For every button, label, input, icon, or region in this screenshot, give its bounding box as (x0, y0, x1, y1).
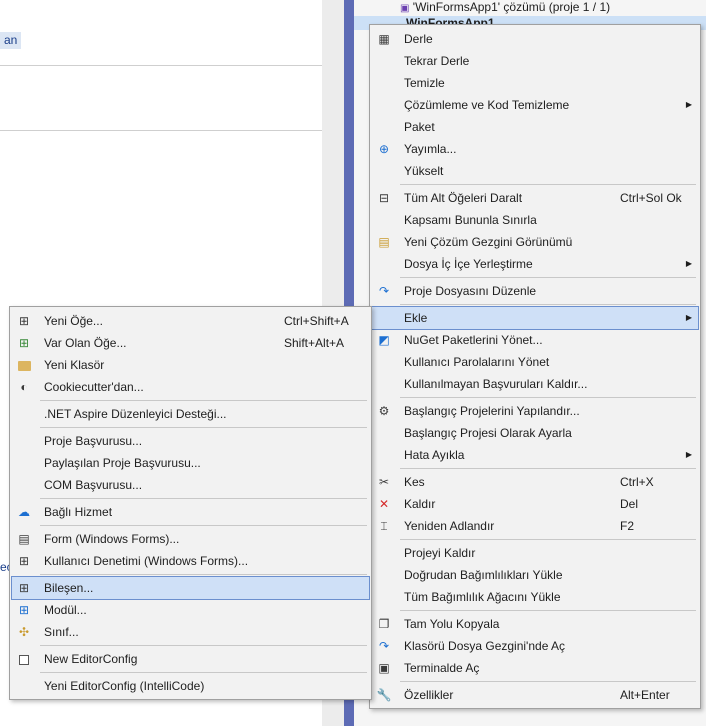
menu-separator (40, 400, 367, 401)
nuget-icon: ◩ (378, 333, 390, 347)
submenu-item-class[interactable]: ✣ Sınıf... (12, 621, 369, 643)
submenu-item-new-editorconfig[interactable]: New EditorConfig (12, 648, 369, 670)
submenu-item-component[interactable]: ⊞ Bileşen... (11, 576, 370, 600)
copy-icon: ❐ (378, 617, 390, 631)
editor-divider (0, 130, 322, 131)
chevron-right-icon: ▶ (685, 313, 692, 322)
menu-separator (400, 304, 696, 305)
chevron-right-icon: ▶ (685, 100, 692, 109)
menu-separator (400, 468, 696, 469)
menu-item-remove-unused-refs[interactable]: Kullanılmayan Başvuruları Kaldır... (372, 373, 698, 395)
menu-item-pack[interactable]: Paket (372, 116, 698, 138)
edit-project-icon: ↷ (378, 284, 390, 298)
globe-icon: ⊕ (378, 142, 390, 156)
cookiecutter-icon: ◐ (20, 380, 28, 394)
submenu-item-module[interactable]: ⊞ Modül... (12, 599, 369, 621)
menu-item-edit-project-file[interactable]: ↷ Proje Dosyasını Düzenle (372, 280, 698, 302)
menu-item-analyze[interactable]: Çözümleme ve Kod Temizleme ▶ (372, 94, 698, 116)
solution-icon: ▣ (400, 3, 410, 14)
submenu-item-shared-project-reference[interactable]: Paylaşılan Proje Başvurusu... (12, 452, 369, 474)
menu-separator (400, 539, 696, 540)
scissors-icon: ✂ (378, 475, 390, 489)
wrench-icon: 🔧 (376, 688, 392, 702)
menu-separator (40, 525, 367, 526)
menu-item-rebuild[interactable]: Tekrar Derle (372, 50, 698, 72)
new-view-icon: ▤ (378, 235, 390, 249)
menu-item-unload-project[interactable]: Projeyi Kaldır (372, 542, 698, 564)
solution-node[interactable]: ▣ 'WinFormsApp1' çözümü (proje 1 / 1) (400, 0, 610, 16)
menu-item-open-in-explorer[interactable]: ↷ Klasörü Dosya Gezgini'nde Aç (372, 635, 698, 657)
folder-icon (16, 357, 32, 373)
menu-item-remove[interactable]: ✕ Kaldır Del (372, 493, 698, 515)
submenu-item-connected-service[interactable]: ☁ Bağlı Hizmet (12, 501, 369, 523)
menu-separator (400, 610, 696, 611)
menu-item-file-nesting[interactable]: Dosya İç İçe Yerleştirme ▶ (372, 253, 698, 275)
editor-divider (0, 65, 322, 66)
menu-item-add[interactable]: Ekle ▶ (371, 306, 699, 330)
menu-item-rename[interactable]: ⌶ Yeniden Adlandır F2 (372, 515, 698, 537)
menu-item-set-startup[interactable]: Başlangıç Projesi Olarak Ayarla (372, 422, 698, 444)
menu-item-load-dep-tree[interactable]: Tüm Bağımlılık Ağacını Yükle (372, 586, 698, 608)
menu-item-cut[interactable]: ✂ Kes Ctrl+X (372, 471, 698, 493)
project-context-menu: ▦ Derle Tekrar Derle Temizle Çözümleme v… (369, 24, 701, 709)
chevron-right-icon: ▶ (685, 259, 692, 268)
menu-separator (400, 681, 696, 682)
menu-item-clean[interactable]: Temizle (372, 72, 698, 94)
file-icon (16, 651, 32, 667)
menu-separator (40, 574, 367, 575)
menu-item-load-direct-deps[interactable]: Doğrudan Bağımlılıkları Yükle (372, 564, 698, 586)
submenu-item-existing-item[interactable]: ⊞ Var Olan Öğe... Shift+Alt+A (12, 332, 369, 354)
menu-separator (40, 672, 367, 673)
add-submenu: ⊞ Yeni Öğe... Ctrl+Shift+A ⊞ Var Olan Öğ… (9, 306, 372, 700)
submenu-item-com-reference[interactable]: COM Başvurusu... (12, 474, 369, 496)
submenu-item-form[interactable]: ▤ Form (Windows Forms)... (12, 528, 369, 550)
menu-item-properties[interactable]: 🔧 Özellikler Alt+Enter (372, 684, 698, 706)
menu-item-configure-startup[interactable]: ⚙ Başlangıç Projelerini Yapılandır... (372, 400, 698, 422)
menu-item-manage-nuget[interactable]: ◩ NuGet Paketlerini Yönet... (372, 329, 698, 351)
menu-item-publish[interactable]: ⊕ Yayımla... (372, 138, 698, 160)
menu-separator (400, 397, 696, 398)
gear-icon: ⚙ (378, 404, 390, 418)
menu-separator (40, 427, 367, 428)
menu-item-scope-to-this[interactable]: Kapsamı Bununla Sınırla (372, 209, 698, 231)
menu-item-upgrade[interactable]: Yükselt (372, 160, 698, 182)
build-icon: ▦ (378, 32, 390, 46)
menu-item-open-in-terminal[interactable]: ▣ Terminalde Aç (372, 657, 698, 679)
open-folder-icon: ↷ (378, 639, 390, 653)
terminal-icon: ▣ (378, 661, 390, 675)
menu-item-copy-full-path[interactable]: ❐ Tam Yolu Kopyala (372, 613, 698, 635)
component-icon: ⊞ (18, 581, 30, 595)
existing-item-icon: ⊞ (18, 336, 30, 350)
class-icon: ✣ (18, 625, 30, 639)
chevron-right-icon: ▶ (685, 450, 692, 459)
menu-separator (40, 498, 367, 499)
module-icon: ⊞ (18, 603, 30, 617)
connected-service-icon: ☁ (18, 505, 30, 519)
menu-item-collapse-all[interactable]: ⊟ Tüm Alt Öğeleri Daralt Ctrl+Sol Ok (372, 187, 698, 209)
collapse-icon: ⊟ (378, 191, 390, 205)
menu-separator (400, 277, 696, 278)
submenu-item-new-item[interactable]: ⊞ Yeni Öğe... Ctrl+Shift+A (12, 310, 369, 332)
submenu-item-cookiecutter[interactable]: ◐ Cookiecutter'dan... (12, 376, 369, 398)
menu-separator (40, 645, 367, 646)
new-item-icon: ⊞ (18, 314, 30, 328)
menu-item-new-explorer-view[interactable]: ▤ Yeni Çözüm Gezgini Görünümü (372, 231, 698, 253)
user-control-icon: ⊞ (18, 554, 30, 568)
menu-item-manage-secrets[interactable]: Kullanıcı Parolalarını Yönet (372, 351, 698, 373)
menu-item-build[interactable]: ▦ Derle (372, 28, 698, 50)
menu-item-debug[interactable]: Hata Ayıkla ▶ (372, 444, 698, 466)
remove-icon: ✕ (378, 497, 390, 511)
submenu-item-aspire-support[interactable]: .NET Aspire Düzenleyici Desteği... (12, 403, 369, 425)
submenu-item-project-reference[interactable]: Proje Başvurusu... (12, 430, 369, 452)
submenu-item-user-control[interactable]: ⊞ Kullanıcı Denetimi (Windows Forms)... (12, 550, 369, 572)
editor-highlight: an (0, 32, 22, 49)
submenu-item-new-editorconfig-intellicode[interactable]: Yeni EditorConfig (IntelliCode) (12, 675, 369, 697)
form-icon: ▤ (18, 532, 30, 546)
rename-icon: ⌶ (380, 519, 388, 533)
submenu-item-new-folder[interactable]: Yeni Klasör (12, 354, 369, 376)
menu-separator (400, 184, 696, 185)
